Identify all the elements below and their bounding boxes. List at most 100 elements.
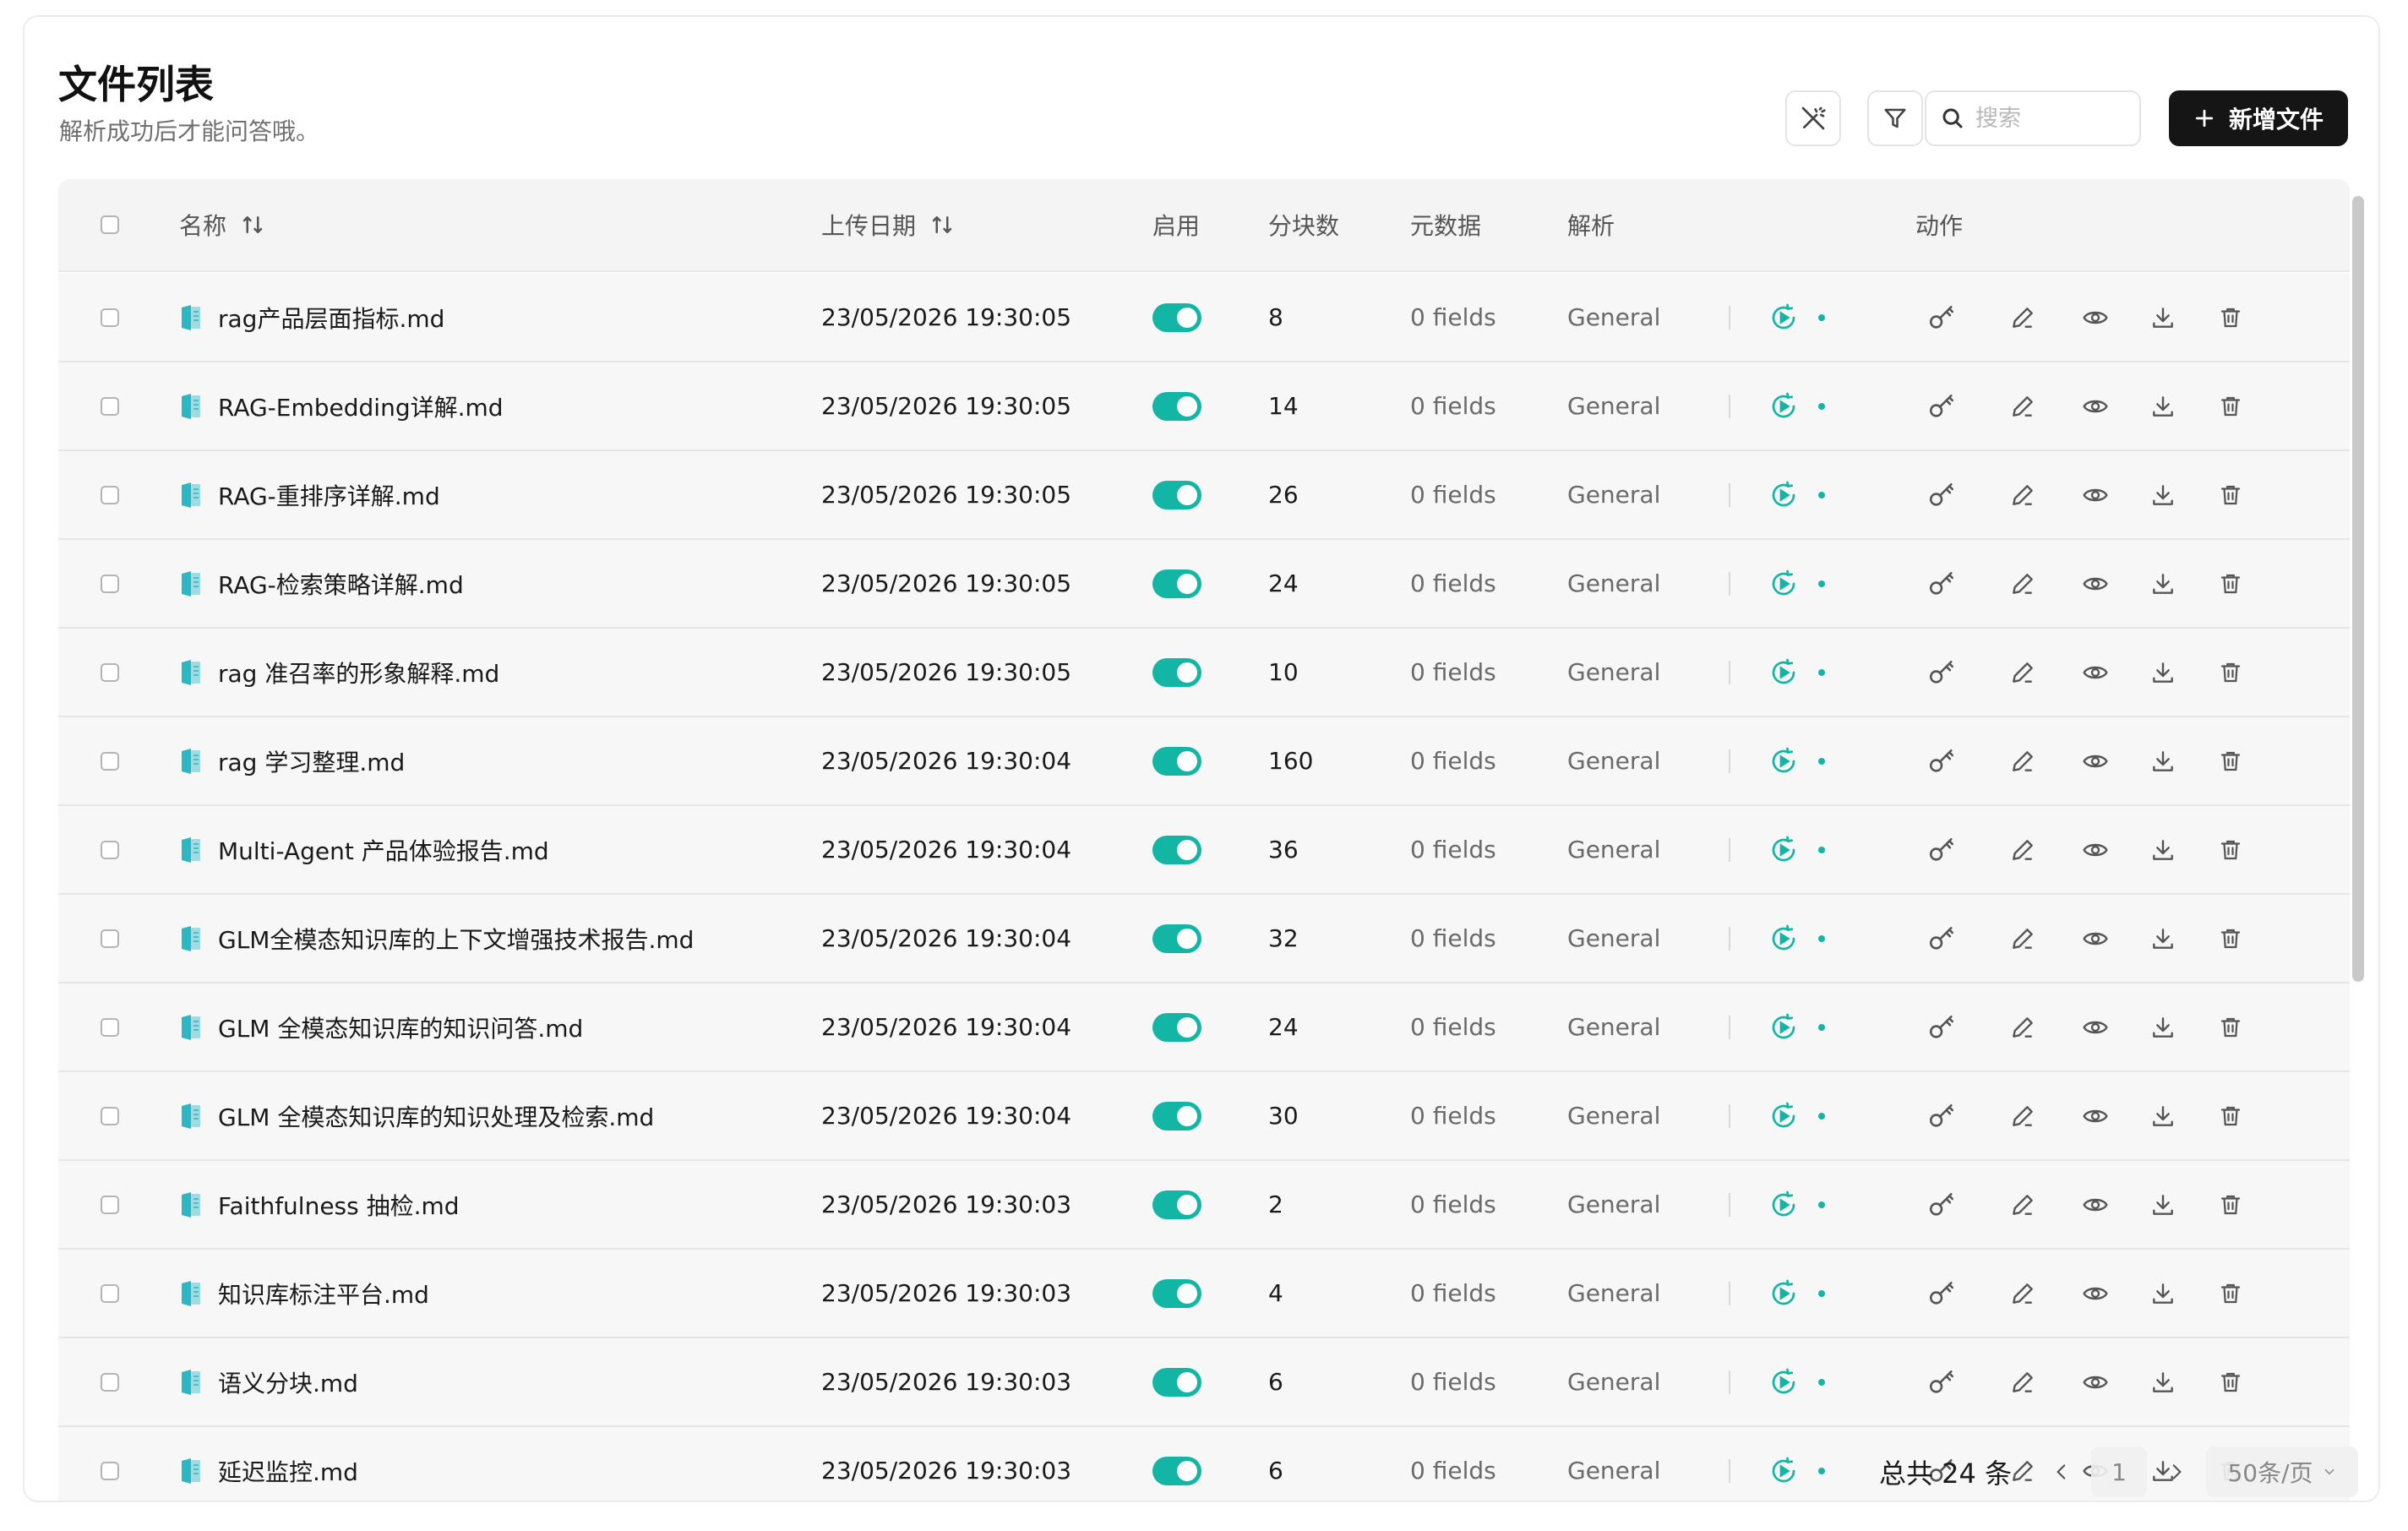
file-name[interactable]: RAG-检索策略详解.md — [218, 567, 464, 601]
run-parse-icon[interactable] — [1767, 1011, 1801, 1044]
key-icon[interactable] — [1925, 1277, 1959, 1310]
preview-eye-icon[interactable] — [2078, 478, 2112, 512]
enable-toggle[interactable] — [1152, 924, 1201, 953]
table-row[interactable]: GLM 全模态知识库的知识处理及检索.md 23/05/2026 19:30:04… — [58, 1072, 2350, 1161]
download-icon[interactable] — [2146, 744, 2180, 778]
key-icon[interactable] — [1925, 833, 1959, 867]
download-icon[interactable] — [2146, 1011, 2180, 1044]
delete-trash-icon[interactable] — [2214, 567, 2247, 601]
enable-toggle[interactable] — [1152, 746, 1201, 776]
table-row[interactable]: Faithfulness 抽检.md 23/05/2026 19:30:03 2 0 … — [58, 1161, 2350, 1250]
edit-icon[interactable] — [2006, 922, 2040, 956]
preview-eye-icon[interactable] — [2078, 1099, 2112, 1133]
row-checkbox[interactable] — [101, 1106, 119, 1125]
run-parse-icon[interactable] — [1767, 478, 1801, 512]
key-icon[interactable] — [1925, 1099, 1959, 1133]
key-icon[interactable] — [1925, 1011, 1959, 1044]
file-name[interactable]: GLM全模态知识库的上下文增强技术报告.md — [218, 922, 694, 956]
preview-eye-icon[interactable] — [2078, 1011, 2112, 1044]
preview-eye-icon[interactable] — [2078, 922, 2112, 956]
edit-icon[interactable] — [2006, 1099, 2040, 1133]
file-name[interactable]: GLM 全模态知识库的知识问答.md — [218, 1011, 583, 1044]
row-checkbox[interactable] — [101, 396, 119, 416]
edit-icon[interactable] — [2006, 301, 2040, 335]
key-icon[interactable] — [1925, 567, 1959, 601]
run-parse-icon[interactable] — [1767, 922, 1801, 956]
download-icon[interactable] — [2146, 1099, 2180, 1133]
key-icon[interactable] — [1925, 301, 1959, 335]
file-name[interactable]: rag 学习整理.md — [218, 744, 405, 778]
edit-icon[interactable] — [2006, 1365, 2040, 1399]
key-icon[interactable] — [1925, 390, 1959, 423]
page-size-select[interactable]: 50条/页 — [2206, 1447, 2358, 1497]
chevron-left-icon[interactable] — [2051, 1461, 2073, 1483]
row-checkbox[interactable] — [101, 840, 119, 859]
enable-toggle[interactable] — [1152, 391, 1201, 421]
download-icon[interactable] — [2146, 833, 2180, 867]
delete-trash-icon[interactable] — [2214, 656, 2247, 689]
enable-toggle[interactable] — [1152, 569, 1201, 598]
page-number[interactable]: 1 — [2091, 1447, 2147, 1497]
download-icon[interactable] — [2146, 390, 2180, 423]
run-parse-icon[interactable] — [1767, 1365, 1801, 1399]
edit-icon[interactable] — [2006, 1277, 2040, 1310]
table-row[interactable]: rag 准召率的形象解释.md 23/05/2026 19:30:05 10 0 fi… — [58, 629, 2350, 717]
run-parse-icon[interactable] — [1767, 390, 1801, 423]
download-icon[interactable] — [2146, 567, 2180, 601]
search-input[interactable] — [1975, 105, 2127, 132]
row-checkbox[interactable] — [101, 308, 119, 327]
table-row[interactable]: rag 学习整理.md 23/05/2026 19:30:04 160 0 field… — [58, 717, 2350, 806]
sort-icon[interactable] — [929, 212, 955, 237]
download-icon[interactable] — [2146, 1188, 2180, 1222]
row-checkbox[interactable] — [101, 751, 119, 771]
delete-trash-icon[interactable] — [2214, 390, 2247, 423]
key-icon[interactable] — [1925, 478, 1959, 512]
file-name[interactable]: 知识库标注平台.md — [218, 1277, 429, 1310]
table-row[interactable]: 知识库标注平台.md 23/05/2026 19:30:03 4 0 fields Ge… — [58, 1250, 2350, 1338]
table-row[interactable]: RAG-Embedding详解.md 23/05/2026 19:30:05 14 0… — [58, 362, 2350, 451]
run-parse-icon[interactable] — [1767, 833, 1801, 867]
enable-toggle[interactable] — [1152, 1190, 1201, 1219]
preview-eye-icon[interactable] — [2078, 1277, 2112, 1310]
vertical-scrollbar[interactable] — [2352, 196, 2364, 982]
run-parse-icon[interactable] — [1767, 1099, 1801, 1133]
delete-trash-icon[interactable] — [2214, 1011, 2247, 1044]
file-name[interactable]: RAG-重排序详解.md — [218, 478, 440, 512]
column-name-header[interactable]: 名称 — [179, 179, 265, 270]
edit-icon[interactable] — [2006, 833, 2040, 867]
row-checkbox[interactable] — [101, 1372, 119, 1392]
delete-trash-icon[interactable] — [2214, 744, 2247, 778]
edit-icon[interactable] — [2006, 1011, 2040, 1044]
preview-eye-icon[interactable] — [2078, 833, 2112, 867]
key-icon[interactable] — [1925, 656, 1959, 689]
download-icon[interactable] — [2146, 922, 2180, 956]
enable-toggle[interactable] — [1152, 1012, 1201, 1042]
preview-eye-icon[interactable] — [2078, 567, 2112, 601]
run-parse-icon[interactable] — [1767, 744, 1801, 778]
run-parse-icon[interactable] — [1767, 1277, 1801, 1310]
row-checkbox[interactable] — [101, 574, 119, 593]
table-row[interactable]: RAG-重排序详解.md 23/05/2026 19:30:05 26 0 field… — [58, 451, 2350, 540]
table-row[interactable]: GLM 全模态知识库的知识问答.md 23/05/2026 19:30:04 24 0… — [58, 983, 2350, 1072]
edit-icon[interactable] — [2006, 567, 2040, 601]
row-checkbox[interactable] — [101, 1017, 119, 1037]
row-checkbox[interactable] — [101, 1461, 119, 1480]
file-name[interactable]: GLM 全模态知识库的知识处理及检索.md — [218, 1099, 654, 1133]
download-icon[interactable] — [2146, 656, 2180, 689]
row-checkbox[interactable] — [101, 1195, 119, 1214]
run-parse-icon[interactable] — [1767, 1188, 1801, 1222]
key-icon[interactable] — [1925, 744, 1959, 778]
key-icon[interactable] — [1925, 1365, 1959, 1399]
enable-toggle[interactable] — [1152, 302, 1201, 332]
edit-icon[interactable] — [2006, 656, 2040, 689]
enable-toggle[interactable] — [1152, 657, 1201, 687]
delete-trash-icon[interactable] — [2214, 301, 2247, 335]
row-checkbox[interactable] — [101, 1283, 119, 1303]
filter-button[interactable] — [1867, 90, 1923, 146]
preview-eye-icon[interactable] — [2078, 656, 2112, 689]
search-box[interactable] — [1925, 90, 2141, 146]
enable-toggle[interactable] — [1152, 1278, 1201, 1308]
edit-icon[interactable] — [2006, 744, 2040, 778]
file-name[interactable]: rag产品层面指标.md — [218, 301, 444, 335]
run-parse-icon[interactable] — [1767, 656, 1801, 689]
